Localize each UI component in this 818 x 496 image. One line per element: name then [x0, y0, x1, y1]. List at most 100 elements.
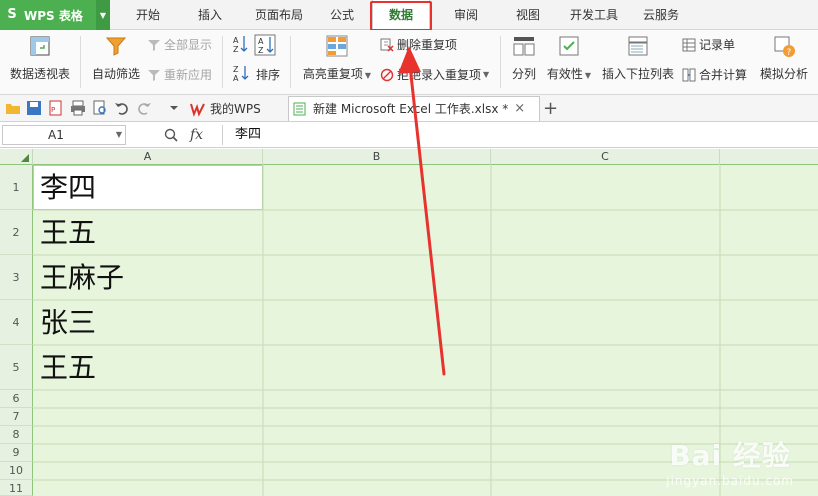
ribbon-divider [290, 36, 291, 88]
name-box-value: A1 [48, 128, 64, 142]
tab-workbook-label: 新建 Microsoft Excel 工作表.xlsx * [313, 102, 509, 116]
svg-text:P: P [51, 106, 55, 114]
show-all-label: 全部显示 [164, 38, 213, 52]
formula-tools: fx [160, 125, 222, 145]
wps-logo-icon: S [7, 7, 17, 22]
highlight-duplicates-button[interactable]: 高亮重复项 ▼ [300, 34, 374, 82]
reapply-button[interactable]: 重新应用 [147, 66, 212, 83]
chevron-down-icon: ▼ [483, 70, 490, 79]
quick-access-toolbar: P 我的WPS 新建 Microsoft Excel 工作表.xlsx * × … [0, 95, 818, 122]
sort-descending-icon[interactable]: AZ [254, 34, 276, 59]
sort-label[interactable]: 排序 [256, 66, 280, 83]
consolidate-label: 合并计算 [699, 68, 748, 82]
svg-text:Z: Z [233, 45, 239, 54]
baidu-watermark: Bai 经验 jingyan.baidu.com [666, 434, 794, 488]
save-icon[interactable] [26, 100, 42, 116]
watermark-url: jingyan.baidu.com [666, 474, 794, 488]
tab-cloud[interactable]: 云服务 [638, 0, 684, 30]
tab-developer[interactable]: 开发工具 [565, 0, 623, 30]
split-column-button[interactable]: 分列 [508, 34, 540, 82]
remove-duplicates-icon [380, 38, 394, 52]
tab-my-wps[interactable]: 我的WPS [190, 96, 261, 121]
reapply-icon [148, 69, 160, 81]
what-if-analysis-label: 模拟分析 [759, 67, 808, 81]
zoom-lookup-icon[interactable] [164, 128, 178, 142]
split-column-label: 分列 [511, 67, 536, 81]
tab-insert[interactable]: 插入 [190, 0, 230, 30]
app-title: WPS 表格 [24, 8, 83, 23]
close-tab-icon[interactable]: × [514, 97, 525, 121]
app-menu-dropdown-icon[interactable]: ▼ [96, 0, 110, 30]
svg-text:Z: Z [233, 65, 239, 74]
name-box[interactable]: A1 ▼ [2, 125, 126, 145]
remove-duplicates-label: 删除重复项 [397, 38, 458, 52]
annotation-highlight-box [370, 1, 432, 31]
pivot-table-button[interactable]: 数据透视表 [8, 34, 72, 82]
consolidate-button[interactable]: 合并计算 [682, 66, 747, 83]
svg-text:A: A [233, 36, 239, 45]
open-folder-icon[interactable] [5, 100, 21, 116]
what-if-analysis-icon: ? [774, 36, 795, 58]
record-form-button[interactable]: 记录单 [682, 36, 735, 53]
svg-text:?: ? [787, 48, 792, 58]
autofilter-button[interactable]: 自动筛选 [90, 34, 142, 82]
dropdown-list-icon [628, 36, 648, 56]
chevron-down-icon[interactable]: ▼ [116, 126, 122, 144]
wps-w-logo-icon [190, 103, 205, 117]
sort-custom-icon[interactable]: ZA [232, 64, 250, 85]
validity-label: 有效性 [546, 67, 583, 81]
print-icon[interactable] [70, 100, 86, 116]
tab-formulas[interactable]: 公式 [322, 0, 362, 30]
tab-workbook[interactable]: 新建 Microsoft Excel 工作表.xlsx * × [288, 96, 540, 121]
highlight-duplicates-icon [326, 35, 348, 57]
reject-duplicates-button[interactable]: 拒绝录入重复项 ▼ [380, 66, 489, 83]
record-form-icon [682, 38, 696, 51]
insert-function-button[interactable]: fx [190, 127, 203, 143]
highlight-duplicates-label: 高亮重复项 [302, 67, 363, 81]
cell-a1[interactable]: 李四 [40, 166, 96, 210]
validity-button[interactable]: 有效性 ▼ [544, 34, 594, 82]
show-all-button[interactable]: 全部显示 [147, 36, 212, 53]
ribbon-divider [500, 36, 501, 88]
cell-a5[interactable]: 王五 [40, 346, 96, 390]
remove-duplicates-button[interactable]: 删除重复项 [380, 36, 457, 53]
formula-input[interactable]: 李四 [222, 125, 816, 145]
ribbon-divider [80, 36, 81, 88]
print-preview-icon[interactable] [92, 100, 108, 116]
customize-toolbar-dropdown-icon[interactable] [166, 100, 182, 116]
svg-text:A: A [258, 37, 264, 46]
reject-duplicates-label: 拒绝录入重复项 [397, 68, 482, 82]
insert-dropdown-list-button[interactable]: 插入下拉列表 [600, 34, 676, 82]
tab-view[interactable]: 视图 [508, 0, 548, 30]
validity-icon [559, 36, 579, 56]
spreadsheet-file-icon [293, 102, 306, 116]
tab-my-wps-label: 我的WPS [210, 101, 261, 116]
new-tab-button[interactable]: + [543, 96, 558, 121]
cell-a2[interactable]: 王五 [40, 211, 96, 255]
tab-review[interactable]: 审阅 [446, 0, 486, 30]
cell-a3[interactable]: 王麻子 [40, 256, 124, 300]
undo-icon[interactable] [114, 100, 130, 116]
pivot-table-icon [30, 36, 50, 56]
chevron-down-icon: ▼ [584, 71, 592, 80]
reject-duplicates-icon [380, 68, 394, 81]
tab-page-layout[interactable]: 页面布局 [248, 0, 310, 30]
sort-ascending-icon[interactable]: AZ [232, 34, 248, 58]
app-menu-button[interactable]: S WPS 表格 ▼ [0, 0, 110, 30]
filter-funnel-icon [105, 37, 127, 56]
ribbon-divider [222, 36, 223, 88]
tab-home[interactable]: 开始 [128, 0, 168, 30]
autofilter-label: 自动筛选 [91, 67, 140, 81]
watermark-brand: Bai 经验 [669, 439, 791, 472]
svg-text:Z: Z [258, 46, 264, 55]
ribbon-data: 数据透视表 自动筛选 全部显示 重新应用 AZ AZ ZA 排序 高亮重复项 ▼… [0, 30, 818, 95]
consolidate-icon [682, 68, 696, 81]
svg-text:A: A [233, 74, 239, 82]
redo-icon[interactable] [136, 100, 152, 116]
formula-bar: A1 ▼ fx 李四 [0, 122, 818, 148]
record-form-label: 记录单 [699, 38, 736, 52]
what-if-analysis-button[interactable]: ? 模拟分析 [756, 34, 812, 82]
cell-a4[interactable]: 张三 [40, 301, 96, 345]
show-all-icon [148, 39, 160, 51]
export-pdf-icon[interactable]: P [48, 100, 64, 116]
